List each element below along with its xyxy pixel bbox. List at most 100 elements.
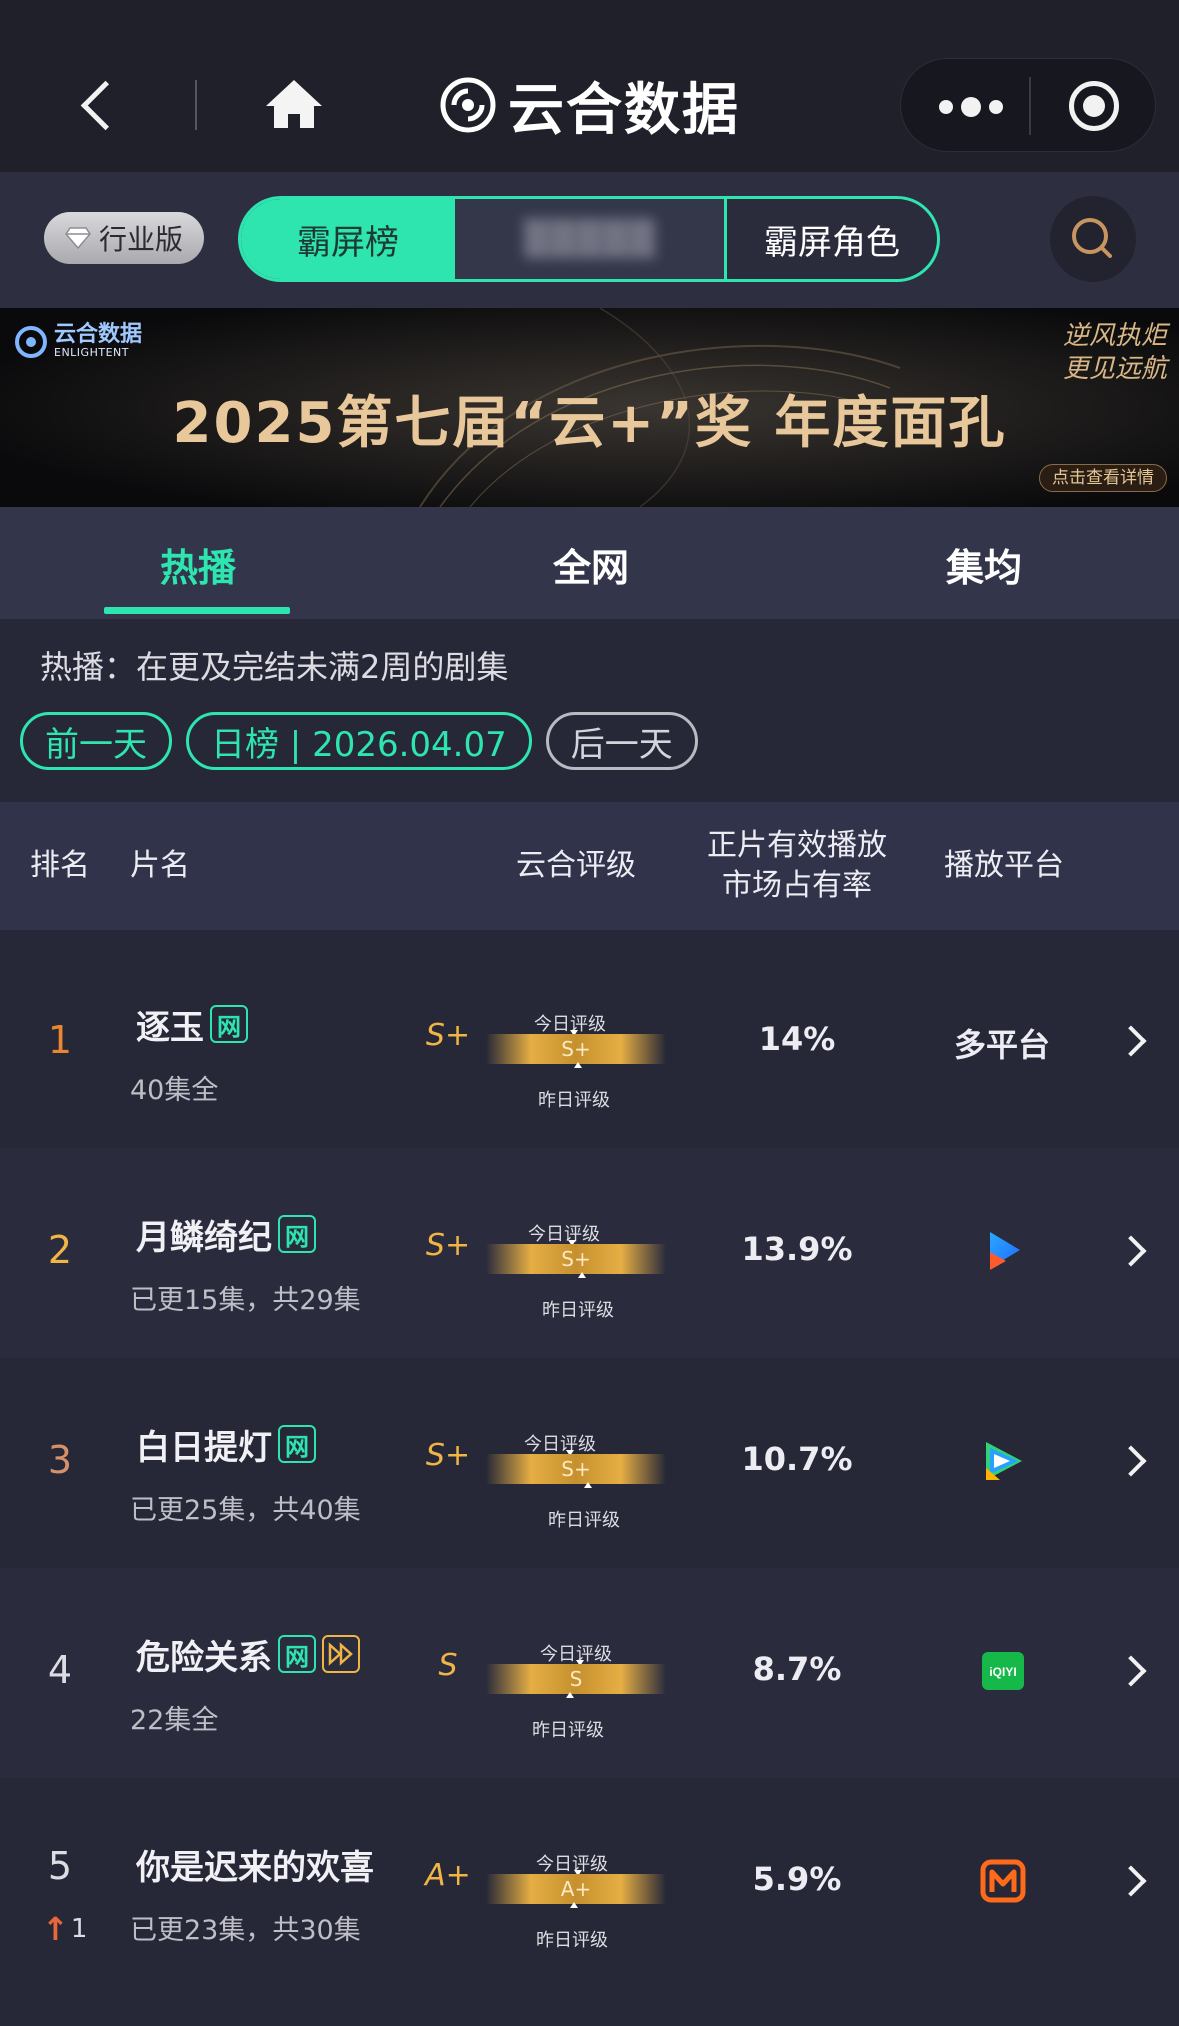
table-header: 排名 片名 云合评级 正片有效播放 市场占有率 播放平台 bbox=[0, 802, 1179, 930]
banner-slogan: 逆风执炬 更见远航 bbox=[1041, 320, 1167, 385]
nav-divider bbox=[195, 80, 197, 130]
today-grade-label: 今日评级 bbox=[524, 1434, 596, 1455]
episode-status: 22集全 bbox=[130, 1705, 219, 1736]
tab-dominant-roles-label: 霸屏角色 bbox=[764, 222, 900, 263]
industry-badge-label: 行业版 bbox=[98, 223, 183, 256]
previous-day-button[interactable]: 前一天 bbox=[20, 712, 172, 770]
header-market-share-line-2: 市场占有率 bbox=[722, 868, 872, 903]
banner-title: 2025第七届“云+”奖 年度面孔 bbox=[172, 391, 1007, 456]
chevron-right-icon[interactable] bbox=[1115, 1655, 1147, 1687]
drama-title: 你是迟来的欢喜 bbox=[136, 1847, 374, 1888]
title-line: 逐玉 网 bbox=[136, 1002, 248, 1048]
banner-logo-subtext: ENLIGHTENT bbox=[54, 346, 129, 359]
yesterday-grade-marker bbox=[578, 1272, 586, 1278]
ranking-type-tabs: 霸屏榜 ▒▒▒▒▒ 霸屏角色 bbox=[238, 196, 940, 282]
youku-icon[interactable] bbox=[980, 1228, 1026, 1274]
tab-all-network[interactable]: 全网 bbox=[553, 537, 629, 592]
close-miniprogram-icon[interactable] bbox=[1069, 81, 1119, 131]
tab-hot-airing[interactable]: 热播 bbox=[160, 537, 236, 592]
market-share: 10.7% bbox=[741, 1440, 853, 1478]
web-drama-tag: 网 bbox=[278, 1425, 316, 1463]
header-platform: 播放平台 bbox=[944, 848, 1064, 883]
rank-change: ↑ 1 bbox=[42, 1910, 87, 1948]
grade-bar: S+ bbox=[486, 1034, 666, 1064]
tab-episode-average[interactable]: 集均 bbox=[946, 537, 1022, 592]
header-market-share-line-1: 正片有效播放 bbox=[707, 828, 887, 863]
web-drama-tag: 网 bbox=[278, 1635, 316, 1673]
next-day-button[interactable]: 后一天 bbox=[545, 712, 698, 770]
current-date-selector[interactable]: 日榜 | 2026.04.07 bbox=[186, 712, 532, 770]
yesterday-grade-marker bbox=[566, 1692, 574, 1698]
list-description: 热播：在更及完结未满2周的剧集 bbox=[40, 648, 509, 686]
table-row[interactable]: 3 白日提灯 网 已更25集，共40集 S+ 今日评级 S+ 昨日评级 10.7… bbox=[0, 1358, 1179, 1568]
tab-dominant-list[interactable]: 霸屏榜 bbox=[241, 199, 455, 279]
header-rank: 排名 bbox=[30, 848, 90, 883]
table-row[interactable]: 5 ↑ 1 你是迟来的欢喜 已更23集，共30集 A+ 今日评级 A+ 昨日评级… bbox=[0, 1778, 1179, 1988]
drama-title: 白日提灯 bbox=[136, 1427, 272, 1468]
banner-logo: 云合数据 ENLIGHTENT bbox=[14, 324, 142, 359]
drama-title: 逐玉 bbox=[136, 1007, 204, 1048]
platform-text: 多平台 bbox=[953, 1026, 1050, 1064]
fast-forward-tag-icon bbox=[322, 1635, 360, 1673]
yesterday-grade-label: 昨日评级 bbox=[538, 1090, 610, 1111]
grade-bar: S+ bbox=[486, 1454, 666, 1484]
rank-number: 4 bbox=[47, 1648, 73, 1692]
search-icon bbox=[1072, 218, 1112, 258]
grade-bar: A+ bbox=[486, 1874, 666, 1904]
rank-number: 5 bbox=[47, 1844, 73, 1888]
home-icon[interactable] bbox=[262, 76, 326, 132]
market-share: 13.9% bbox=[741, 1230, 853, 1268]
yesterday-grade-label: 昨日评级 bbox=[536, 1930, 608, 1951]
table-row[interactable]: 1 逐玉 网 40集全 S+ 今日评级 S+ 昨日评级 14% 多平台 bbox=[0, 938, 1179, 1148]
promo-banner[interactable]: 云合数据 ENLIGHTENT 2025第七届“云+”奖 年度面孔 逆风执炬 更… bbox=[0, 308, 1179, 507]
header-grade: 云合评级 bbox=[516, 848, 636, 883]
yesterday-grade-marker bbox=[570, 1902, 578, 1908]
svg-text:iQIYI: iQIYI bbox=[989, 1665, 1016, 1679]
today-grade-label: 今日评级 bbox=[528, 1224, 600, 1245]
title-line: 危险关系 网 bbox=[136, 1632, 360, 1678]
grade-bar: S+ bbox=[486, 1244, 666, 1274]
title-line: 白日提灯 网 bbox=[136, 1422, 316, 1468]
top-nav-bar: 云合数据 bbox=[0, 0, 1179, 172]
grade-bar: S bbox=[486, 1664, 666, 1694]
table-row[interactable]: 4 危险关系 网 22集全 S 今日评级 S 昨日评级 8.7% iQIYI bbox=[0, 1568, 1179, 1778]
chevron-right-icon[interactable] bbox=[1115, 1025, 1147, 1057]
episode-status: 40集全 bbox=[130, 1075, 219, 1106]
tab-dominant-list-label: 霸屏榜 bbox=[297, 222, 399, 263]
rank-change-value: 1 bbox=[70, 1914, 88, 1944]
chevron-right-icon[interactable] bbox=[1115, 1865, 1147, 1897]
more-dots-icon[interactable] bbox=[939, 97, 1003, 117]
yunhe-logo-icon bbox=[440, 77, 496, 133]
chevron-right-icon[interactable] bbox=[1115, 1445, 1147, 1477]
banner-slogan-line-1: 逆风执炬 bbox=[1062, 321, 1167, 351]
chevron-right-icon[interactable] bbox=[1115, 1235, 1147, 1267]
main-tabs: 热播 全网 集均 bbox=[0, 507, 1179, 619]
tencent-video-icon[interactable] bbox=[980, 1438, 1026, 1484]
market-share: 5.9% bbox=[752, 1860, 842, 1898]
header-market-share: 正片有效播放 市场占有率 bbox=[700, 826, 894, 906]
filter-bar: 行业版 霸屏榜 ▒▒▒▒▒ 霸屏角色 bbox=[0, 172, 1179, 308]
tab-dominant-roles[interactable]: 霸屏角色 bbox=[727, 199, 937, 279]
yesterday-grade-label: 昨日评级 bbox=[542, 1300, 614, 1321]
back-arrow-icon[interactable] bbox=[70, 72, 130, 142]
diamond-icon bbox=[65, 227, 91, 249]
tab-blurred-label: ▒▒▒▒▒ bbox=[524, 219, 655, 259]
mango-tv-icon[interactable] bbox=[980, 1858, 1026, 1904]
industry-edition-badge[interactable]: 行业版 bbox=[44, 212, 204, 264]
drama-title: 危险关系 bbox=[136, 1637, 272, 1678]
grade-letter: A+ bbox=[425, 1858, 471, 1893]
episode-status: 已更23集，共30集 bbox=[130, 1915, 361, 1946]
grade-letter: S+ bbox=[425, 1438, 471, 1473]
arrow-up-icon: ↑ bbox=[42, 1910, 69, 1948]
market-share: 14% bbox=[758, 1020, 836, 1058]
tab-blurred[interactable]: ▒▒▒▒▒ bbox=[455, 199, 727, 279]
search-button[interactable] bbox=[1050, 196, 1136, 282]
market-share: 8.7% bbox=[752, 1650, 842, 1688]
capsule-divider bbox=[1029, 77, 1031, 135]
app-title: 云合数据 bbox=[440, 70, 740, 143]
today-grade-label: 今日评级 bbox=[536, 1854, 608, 1875]
yesterday-grade-marker bbox=[574, 1062, 582, 1068]
table-row[interactable]: 2 月鳞绮纪 网 已更15集，共29集 S+ 今日评级 S+ 昨日评级 13.9… bbox=[0, 1148, 1179, 1358]
iqiyi-icon[interactable]: iQIYI bbox=[980, 1648, 1026, 1694]
banner-detail-button[interactable]: 点击查看详情 bbox=[1039, 464, 1167, 492]
